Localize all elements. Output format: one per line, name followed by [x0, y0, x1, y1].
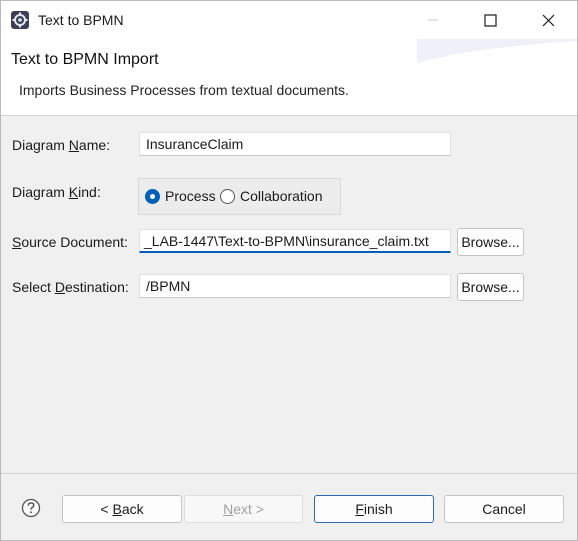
close-icon — [542, 14, 554, 26]
close-button[interactable] — [519, 1, 577, 39]
help-icon — [21, 498, 41, 518]
button-mnemonic: B — [112, 501, 122, 517]
next-button[interactable]: Next > — [184, 495, 303, 523]
label-mnemonic: N — [68, 137, 79, 153]
radio-selected-icon — [145, 188, 160, 204]
button-text: < — [100, 501, 113, 517]
label-text: ource Document: — [21, 234, 128, 250]
label-mnemonic: S — [12, 234, 22, 250]
gear-diagram-icon — [10, 10, 30, 30]
wizard-description: Imports Business Processes from textual … — [19, 82, 349, 98]
label-text: Select — [12, 279, 55, 295]
finish-button[interactable]: Finish — [314, 495, 434, 523]
cancel-button[interactable]: Cancel — [444, 495, 564, 523]
radio-process[interactable]: Process — [145, 188, 216, 204]
help-button[interactable] — [21, 498, 41, 518]
header-divider — [1, 115, 577, 116]
radio-unselected-icon — [220, 188, 235, 204]
label-text: Diagram — [12, 137, 69, 153]
destination-label: Select Destination: — [12, 279, 129, 295]
button-mnemonic: F — [355, 501, 364, 517]
label-text: Diagram — [12, 184, 69, 200]
window-title: Text to BPMN — [38, 12, 124, 28]
radio-process-label: Process — [165, 188, 216, 204]
minimize-icon — [428, 19, 438, 21]
back-button[interactable]: < Back — [62, 495, 182, 523]
maximize-icon — [483, 13, 497, 27]
source-document-label: Source Document: — [12, 234, 128, 250]
label-mnemonic: D — [54, 279, 65, 295]
button-mnemonic: N — [223, 501, 234, 517]
text-to-bpmn-dialog: Text to BPMN Text to BPMN Import Imports… — [0, 0, 578, 541]
button-text: ext > — [233, 501, 264, 517]
label-text: ame: — [78, 137, 111, 153]
label-text: ind: — [78, 184, 101, 200]
diagram-kind-label: Diagram Kind: — [12, 184, 101, 200]
wizard-header: Text to BPMN Import Imports Business Pro… — [1, 39, 577, 115]
label-text: estination: — [64, 279, 129, 295]
banner-decoration — [417, 39, 577, 63]
diagram-name-input[interactable]: InsuranceClaim — [139, 132, 451, 156]
source-document-input[interactable]: _LAB-1447\Text-to-BPMN\insurance_claim.t… — [139, 229, 451, 253]
maximize-button[interactable] — [461, 1, 519, 39]
minimize-button[interactable] — [404, 1, 462, 39]
button-text: inish — [363, 501, 393, 517]
source-browse-button[interactable]: Browse... — [457, 228, 524, 256]
button-text: ack — [121, 501, 144, 517]
wizard-title: Text to BPMN Import — [11, 51, 159, 68]
label-mnemonic: K — [68, 184, 79, 200]
diagram-kind-group: Process Collaboration — [138, 178, 341, 215]
destination-browse-button[interactable]: Browse... — [457, 273, 524, 301]
diagram-name-label: Diagram Name: — [12, 137, 110, 153]
radio-collaboration[interactable]: Collaboration — [220, 188, 323, 204]
title-bar: Text to BPMN — [1, 1, 577, 39]
footer-divider — [1, 473, 577, 474]
destination-input[interactable]: /BPMN — [139, 274, 451, 298]
radio-collaboration-label: Collaboration — [240, 188, 323, 204]
